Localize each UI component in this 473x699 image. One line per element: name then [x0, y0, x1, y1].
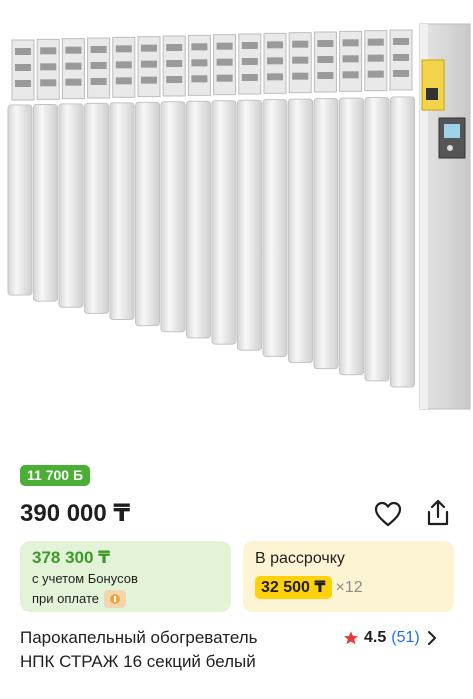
installment-row: 32 500 ₸ ×12 [255, 576, 442, 599]
product-title: Парокапельный обогреватель НПК СТРАЖ 16 … [20, 626, 330, 674]
installment-title: В рассрочку [255, 550, 345, 567]
radiator-image [7, 23, 471, 410]
price-row: 390 000 ₸ [20, 498, 453, 530]
star-icon [344, 631, 358, 645]
share-icon [427, 499, 449, 526]
payment-method-icon [103, 590, 126, 608]
bonus-note-line2: при оплате [32, 589, 219, 609]
favorite-button[interactable] [372, 498, 404, 530]
share-button[interactable] [422, 497, 454, 529]
product-title-line2: НПК СТРАЖ 16 секций белый [20, 652, 256, 671]
bonus-price-card[interactable]: 378 300 ₸ с учетом Бонусов при оплате [20, 541, 231, 612]
rating-value: 4.5 [364, 629, 387, 646]
payment-note-text: при оплате [32, 591, 99, 606]
installment-multiplier: ×12 [335, 578, 363, 596]
bonus-note-text: с учетом Бонусов [32, 571, 138, 586]
bonus-badge: 11 700 Б [20, 465, 90, 486]
chevron-right-icon [427, 631, 436, 645]
reviews-count: (51) [391, 629, 420, 646]
product-title-line1: Парокапельный обогреватель [20, 628, 258, 647]
installment-amount: 32 500 ₸ [255, 576, 332, 599]
installment-card[interactable]: В рассрочку 32 500 ₸ ×12 [243, 541, 454, 612]
rating-link[interactable]: 4.5 (51) [343, 627, 439, 649]
bonus-note-line1: с учетом Бонусов [32, 569, 219, 589]
bonus-price: 378 300 ₸ [32, 548, 111, 567]
product-image[interactable] [0, 0, 473, 452]
heart-icon [374, 501, 402, 527]
